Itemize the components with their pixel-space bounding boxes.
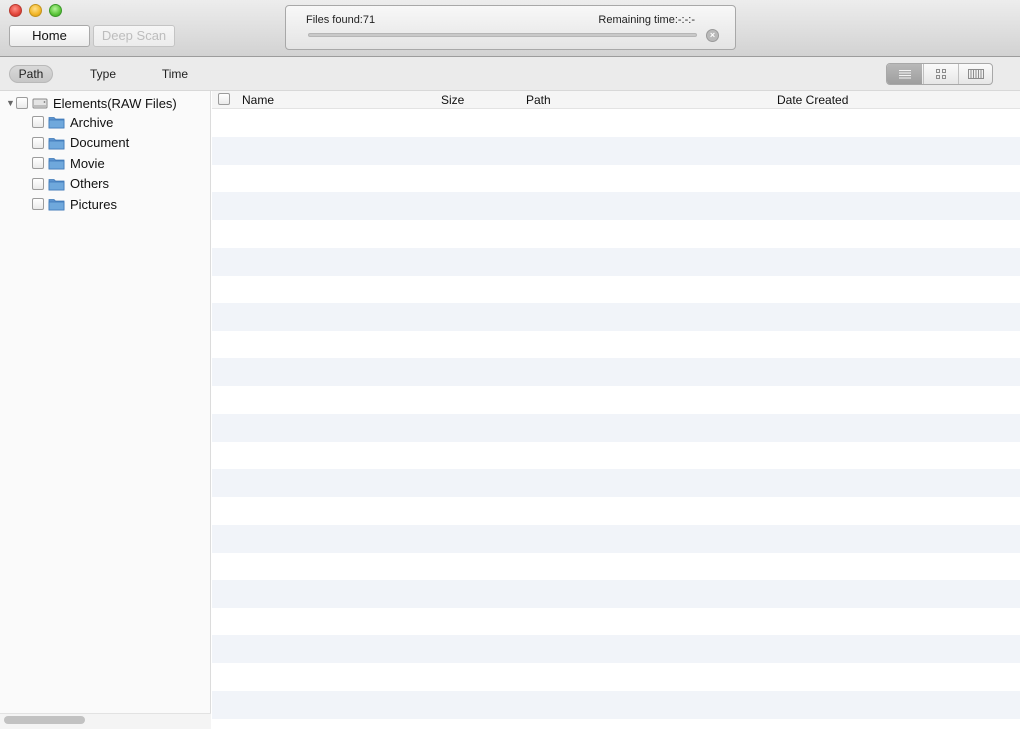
table-row xyxy=(212,718,1020,729)
folder-icon xyxy=(48,117,65,129)
disclosure-triangle-icon[interactable]: ▼ xyxy=(6,98,16,108)
files-found-count: Files found:71 xyxy=(306,14,376,26)
list-view-icon[interactable] xyxy=(887,64,922,84)
tree-item-label: Document xyxy=(70,135,130,151)
scan-progress-panel: Files found:71 Remaining time:-:-:- × xyxy=(285,5,736,50)
table-row xyxy=(212,524,1020,553)
table-row xyxy=(212,192,1020,221)
table-row xyxy=(212,164,1020,192)
tree-item-label: Archive xyxy=(70,114,114,130)
tab-type[interactable]: Type xyxy=(82,65,124,83)
tab-time[interactable]: Time xyxy=(155,65,195,83)
tree-root-checkbox[interactable] xyxy=(16,97,28,109)
column-header-date-created[interactable]: Date Created xyxy=(777,93,848,107)
table-row xyxy=(212,635,1020,664)
tree-item-checkbox[interactable] xyxy=(32,177,44,190)
tab-path[interactable]: Path xyxy=(9,65,53,83)
home-button[interactable]: Home xyxy=(9,25,90,47)
folder-icon xyxy=(48,158,65,170)
tree-item-label: Movie xyxy=(70,155,105,171)
table-row xyxy=(212,690,1020,719)
tree-root-label: Elements(RAW Files) xyxy=(53,95,177,111)
table-row xyxy=(212,247,1020,276)
table-row xyxy=(212,109,1020,137)
deep-scan-button[interactable]: Deep Scan xyxy=(93,25,175,47)
sidebar-scroll-thumb[interactable] xyxy=(4,716,85,724)
table-row xyxy=(212,413,1020,442)
tree-root-item[interactable]: ▼ Elements(RAW Files) xyxy=(6,93,210,113)
tree-item-label: Others xyxy=(70,176,110,192)
remaining-time: Remaining time:-:-:- xyxy=(598,14,695,26)
table-row xyxy=(212,386,1020,414)
folder-icon xyxy=(48,137,65,149)
filmstrip-view-icon[interactable] xyxy=(958,64,992,84)
window-toolbar: Home Deep Scan Files found:71 Remaining … xyxy=(0,0,1020,57)
filter-bar: Path Type Time xyxy=(0,57,1020,91)
table-row xyxy=(212,608,1020,636)
tree-item-checkbox[interactable] xyxy=(32,198,44,211)
tree-item-archive[interactable]: Archive xyxy=(32,112,210,132)
tree-item-checkbox[interactable] xyxy=(32,136,44,149)
tree-item-label: Pictures xyxy=(70,196,117,212)
column-header-size[interactable]: Size xyxy=(441,93,464,107)
select-all-checkbox[interactable] xyxy=(218,93,230,105)
zoom-window-icon[interactable] xyxy=(49,4,62,17)
stop-circle-icon[interactable]: × xyxy=(706,29,719,42)
table-row xyxy=(212,136,1020,165)
close-window-icon[interactable] xyxy=(9,4,22,17)
tree-item-pictures[interactable]: Pictures xyxy=(32,194,210,214)
table-row xyxy=(212,663,1020,691)
tree-item-others[interactable]: Others xyxy=(32,174,210,194)
file-list xyxy=(212,109,1020,729)
table-row xyxy=(212,469,1020,498)
table-row xyxy=(212,358,1020,387)
column-header-name[interactable]: Name xyxy=(242,93,274,107)
sidebar-tree: ▼ Elements(RAW Files) Archive Document Mov… xyxy=(0,91,211,729)
folder-icon xyxy=(48,199,65,211)
table-row xyxy=(212,552,1020,580)
grid-view-icon[interactable] xyxy=(923,64,958,84)
tree-item-checkbox[interactable] xyxy=(32,157,44,170)
table-row xyxy=(212,220,1020,248)
view-switcher xyxy=(886,63,993,85)
column-header-path[interactable]: Path xyxy=(526,93,551,107)
table-row xyxy=(212,579,1020,608)
folder-icon xyxy=(48,178,65,191)
table-row xyxy=(212,441,1020,469)
minimize-window-icon[interactable] xyxy=(29,4,42,17)
table-row xyxy=(212,302,1020,331)
file-list-header: Name Size Path Date Created xyxy=(212,91,1020,109)
tree-item-checkbox[interactable] xyxy=(32,116,44,128)
tree-item-movie[interactable]: Movie xyxy=(32,153,210,173)
table-row xyxy=(212,275,1020,303)
table-row xyxy=(212,331,1020,359)
tree-item-document[interactable]: Document xyxy=(32,133,210,153)
table-row xyxy=(212,497,1020,525)
scan-progress-bar xyxy=(308,33,697,37)
drive-icon xyxy=(32,98,48,109)
